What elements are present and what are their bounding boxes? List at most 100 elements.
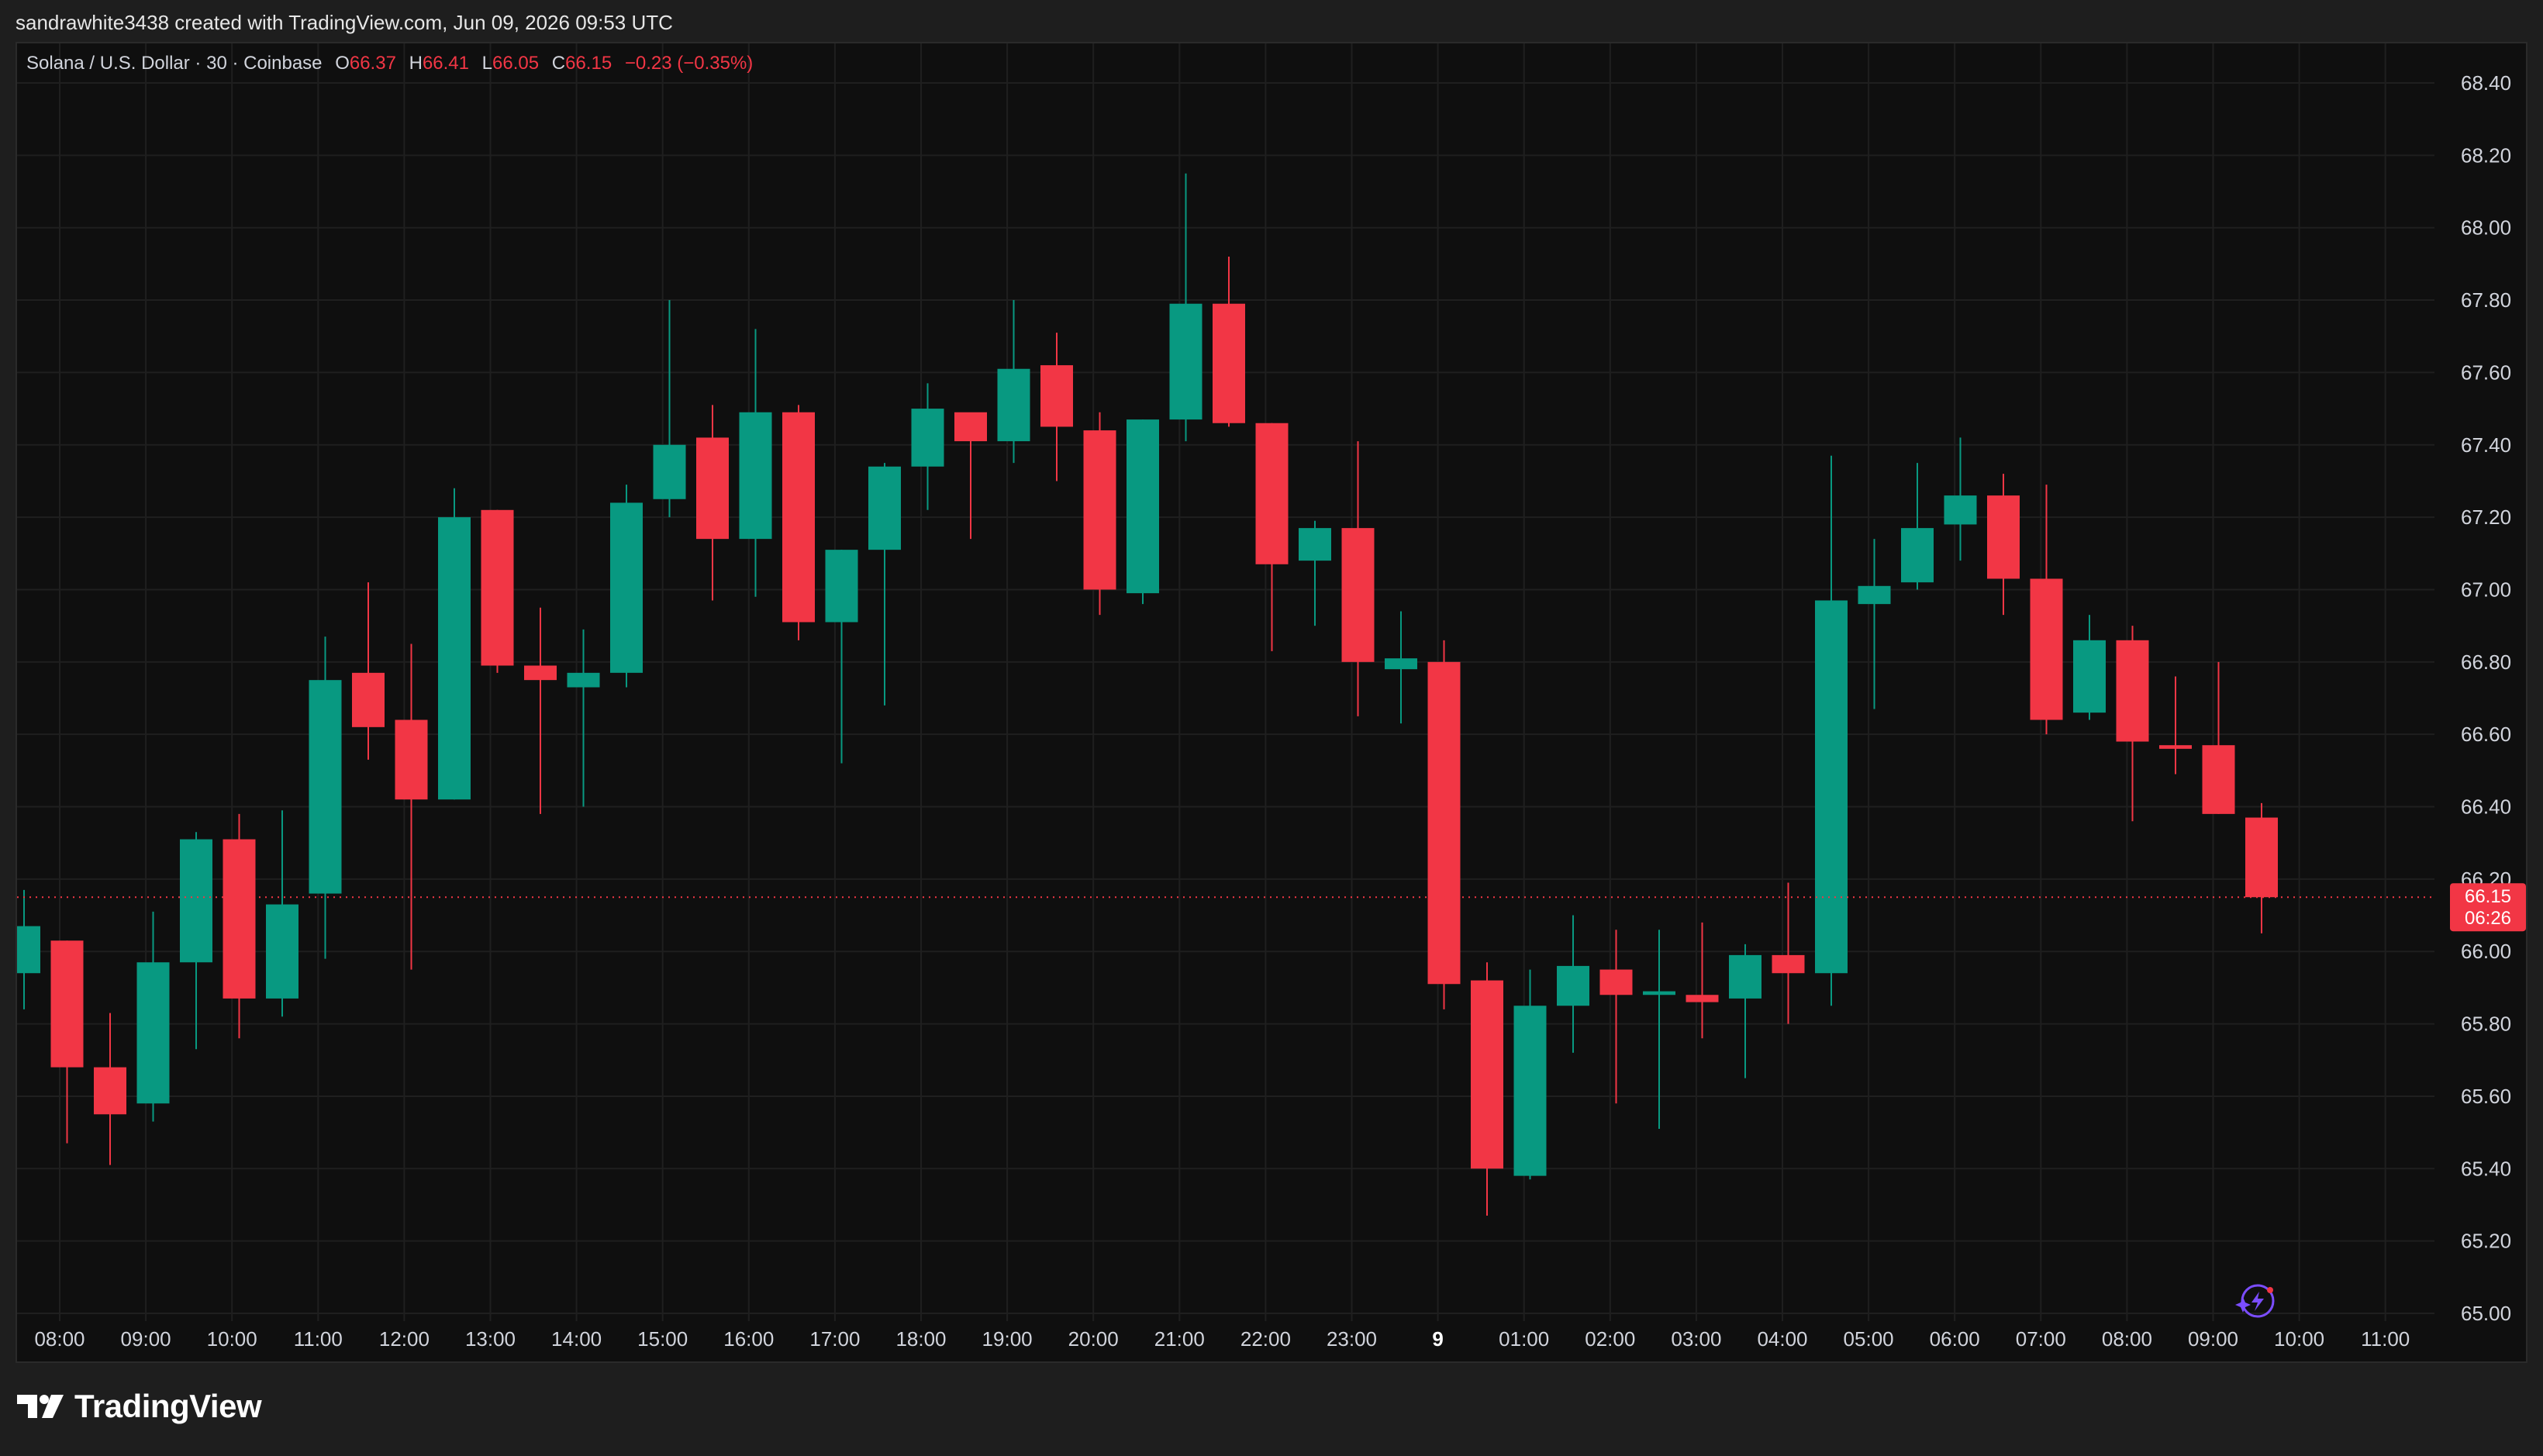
candle-body-down [1040,365,1073,427]
x-tick-label: 02:00 [1585,1327,1635,1351]
candle-body-down [2245,817,2278,898]
candle-body-up [1815,600,1848,974]
open-value: 66.37 [349,53,396,74]
x-tick-label: 20:00 [1068,1327,1119,1351]
candle-body-up [653,444,686,499]
candle-body-up [868,466,901,550]
candle-body-up [911,409,944,467]
candle-body-up [136,962,170,1104]
symbol-legend: Solana / U.S. Dollar · 30 · Coinbase O66… [26,53,753,74]
candle-body-up [1385,658,1417,670]
tradingview-logo[interactable]: TradingView [17,1388,262,1425]
x-tick-label: 22:00 [1240,1327,1291,1351]
x-tick-label: 09:00 [121,1327,171,1351]
x-tick-label: 09:00 [2188,1327,2238,1351]
y-tick-label: 67.60 [2461,361,2511,384]
candle-body-down [1987,495,2020,579]
y-tick-label: 66.00 [2461,940,2511,963]
candle-body-up [2073,640,2106,713]
x-tick-label: 11:00 [294,1327,343,1351]
candle-body-down [50,940,84,1068]
candle-body-down [1341,528,1375,662]
y-tick-label: 65.40 [2461,1157,2511,1180]
x-tick-label: 07:00 [2016,1327,2066,1351]
candle-body-up [180,839,212,963]
y-tick-label: 68.00 [2461,216,2511,240]
x-tick-label: 08:00 [34,1327,85,1351]
x-tick-label: 13:00 [465,1327,516,1351]
chart-caption: sandrawhite3438 created with TradingView… [16,11,673,34]
candle-body-up [1901,528,1934,583]
candle-body-up [1643,991,1675,995]
x-tick-label: 14:00 [551,1327,602,1351]
candle-body-up [825,550,858,623]
lightning-icon[interactable] [2235,1284,2275,1318]
candle-body-down [2116,640,2149,742]
candle-body-down [782,412,815,623]
candle-body-up [266,904,298,999]
candle-body-down [1599,969,1633,995]
x-tick-label: 11:00 [2361,1327,2410,1351]
x-tick-label: 15:00 [637,1327,688,1351]
x-tick-label: 10:00 [207,1327,257,1351]
candle-body-up [17,926,40,974]
y-tick-label: 67.20 [2461,505,2511,529]
chart-panel[interactable]: 65.00 65.20 65.40 65.60 65.80 66.00 66.20 66.40… [16,42,2527,1363]
high-value: 66.41 [422,53,469,74]
x-tick-label: 9 [1432,1327,1443,1351]
close-value: 66.15 [565,53,612,74]
y-tick-label: 65.80 [2461,1013,2511,1036]
x-tick-label: 08:00 [2102,1327,2152,1351]
candle-body-up [438,517,471,800]
symbol-name: Solana / U.S. Dollar · 30 · Coinbase [26,53,323,74]
candlestick-chart[interactable]: 65.0065.2065.4065.6065.8066.0066.2066.40… [17,43,2526,1361]
change-value: −0.23 (−0.35%) [624,53,754,74]
high-label: H [409,53,423,74]
y-tick-label: 65.00 [2461,1302,2511,1325]
candle-body-up [739,412,772,540]
y-tick-label: 68.40 [2461,71,2511,95]
candle-body-down [223,839,256,999]
candle-body-down [1471,980,1503,1169]
candle-body-down [2030,578,2063,720]
candle-body-down [524,665,557,681]
x-tick-label: 01:00 [1499,1327,1549,1351]
y-tick-label: 66.60 [2461,723,2511,746]
close-label: C [551,53,566,74]
x-tick-label: 23:00 [1327,1327,1377,1351]
x-tick-label: 18:00 [895,1327,946,1351]
x-tick-label: 12:00 [379,1327,430,1351]
candle-body-down [954,412,987,442]
y-tick-label: 66.40 [2461,795,2511,819]
x-tick-label: 03:00 [1671,1327,1721,1351]
y-tick-label: 65.60 [2461,1085,2511,1108]
candle-body-up [1299,528,1331,561]
candle-body-down [395,719,428,800]
y-tick-label: 68.20 [2461,143,2511,167]
y-tick-label: 65.20 [2461,1230,2511,1253]
x-tick-label: 06:00 [1930,1327,1980,1351]
y-tick-label: 67.40 [2461,433,2511,457]
candle-body-down [1772,954,1805,974]
candle-body-down [696,437,729,540]
tradingview-wordmark: TradingView [74,1388,262,1424]
candle-body-up [997,368,1030,442]
x-tick-label: 19:00 [982,1327,1033,1351]
candle-body-down [481,509,514,666]
candle-body-up [610,502,643,673]
candle-body-up [1127,419,1159,594]
x-tick-label: 05:00 [1844,1327,1894,1351]
bar-countdown: 06:26 [2465,908,2511,929]
candle-body-up [1557,965,1589,1006]
x-tick-label: 04:00 [1757,1327,1807,1351]
candle-body-up [1944,495,1977,525]
y-tick-label: 67.80 [2461,288,2511,312]
candle-body-up [1513,1006,1547,1176]
candle-body-down [1255,423,1289,564]
candle-body-down [2202,745,2235,814]
open-label: O [335,53,350,74]
candle-body-up [1169,303,1202,420]
candle-body-down [1427,661,1461,985]
candle-body-down [1213,303,1245,423]
candle-body-down [94,1067,126,1115]
